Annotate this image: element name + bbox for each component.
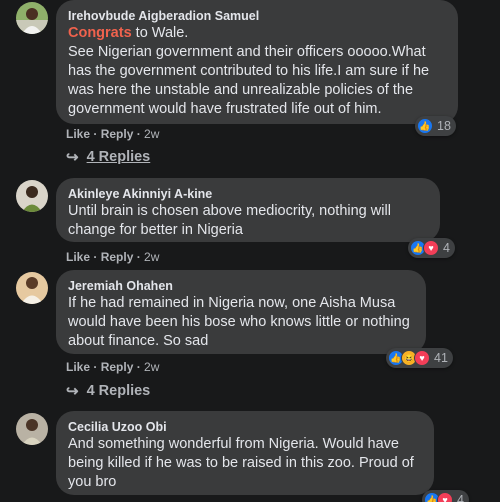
reply-arrow-icon: ↪ bbox=[66, 383, 79, 400]
comment-bubble: Irehovbude Aigberadion Samuel Congrats t… bbox=[56, 0, 458, 124]
comment-text-line: See Nigerian government and their office… bbox=[68, 44, 426, 60]
timestamp[interactable]: 2w bbox=[144, 250, 159, 264]
timestamp[interactable]: 2w bbox=[144, 360, 159, 374]
reply-button[interactable]: Reply bbox=[101, 250, 134, 264]
reaction-count: 4 bbox=[457, 493, 464, 502]
comment-text-line: about finance. So sad bbox=[68, 333, 209, 349]
timestamp[interactable]: 2w bbox=[144, 127, 159, 141]
reaction-summary[interactable]: 👍 18 bbox=[415, 116, 456, 136]
view-replies-button[interactable]: ↪ 4 Replies bbox=[66, 382, 150, 400]
replies-label: 4 Replies bbox=[86, 383, 151, 399]
like-reaction-icon: 👍 bbox=[417, 118, 433, 134]
avatar[interactable] bbox=[16, 2, 48, 34]
avatar[interactable] bbox=[16, 180, 48, 212]
comment-text-line: you bro bbox=[68, 474, 117, 490]
comment-actions: Like · Reply · 2w bbox=[66, 127, 160, 141]
reaction-summary[interactable]: 👍 😆 ♥ 41 bbox=[386, 348, 453, 368]
mention-link[interactable]: Congrats bbox=[68, 25, 132, 41]
reaction-count: 41 bbox=[434, 351, 448, 365]
comment-author[interactable]: Jeremiah Ohahen bbox=[68, 278, 414, 294]
love-reaction-icon: ♥ bbox=[414, 350, 430, 366]
reaction-summary[interactable]: 👍 ♥ 4 bbox=[408, 238, 455, 258]
comment-text-line: being killed if he was to be raised in t… bbox=[68, 455, 414, 471]
comment-author[interactable]: Cecilia Uzoo Obi bbox=[68, 419, 422, 435]
like-button[interactable]: Like bbox=[66, 360, 90, 374]
comment-actions: Like · Reply · 2w bbox=[66, 250, 160, 264]
love-reaction-icon: ♥ bbox=[437, 492, 453, 502]
avatar[interactable] bbox=[16, 413, 48, 445]
replies-label: 4 Replies bbox=[86, 149, 151, 165]
comment-text-line: Until brain is chosen above mediocrity, … bbox=[68, 203, 391, 219]
reaction-count: 4 bbox=[443, 241, 450, 255]
comment-text: Congrats to Wale. bbox=[68, 25, 189, 41]
love-reaction-icon: ♥ bbox=[423, 240, 439, 256]
comment-text-line: And something wonderful from Nigeria. Wo… bbox=[68, 436, 399, 452]
comment-actions: Like · Reply · 2w bbox=[66, 360, 160, 374]
view-replies-button[interactable]: ↪ 4 Replies bbox=[66, 148, 150, 166]
like-button[interactable]: Like bbox=[66, 127, 90, 141]
reaction-summary[interactable]: 👍 ♥ 4 bbox=[422, 490, 469, 502]
comment-bubble: Akinleye Akinniyi A-kine Until brain is … bbox=[56, 178, 440, 242]
reply-arrow-icon: ↪ bbox=[66, 149, 79, 166]
comment-text-line: If he had remained in Nigeria now, one A… bbox=[68, 295, 396, 311]
comment-bubble: Cecilia Uzoo Obi And something wonderful… bbox=[56, 411, 434, 495]
comment-text-line: has the government contributed to his li… bbox=[68, 63, 430, 79]
comment-author[interactable]: Irehovbude Aigberadion Samuel bbox=[68, 8, 446, 24]
comment-text-line: would have been his bose who knows littl… bbox=[68, 314, 410, 330]
avatar[interactable] bbox=[16, 272, 48, 304]
comment-bubble: Jeremiah Ohahen If he had remained in Ni… bbox=[56, 270, 426, 354]
comment-author[interactable]: Akinleye Akinniyi A-kine bbox=[68, 186, 428, 202]
comment-text-line: change for better in Nigeria bbox=[68, 222, 243, 238]
like-button[interactable]: Like bbox=[66, 250, 90, 264]
reply-button[interactable]: Reply bbox=[101, 360, 134, 374]
reply-button[interactable]: Reply bbox=[101, 127, 134, 141]
comment-text-line: government would have frustrated life ou… bbox=[68, 101, 382, 117]
comment-text-line: was here the unstable and unrealizable p… bbox=[68, 82, 414, 98]
reaction-count: 18 bbox=[437, 119, 451, 133]
